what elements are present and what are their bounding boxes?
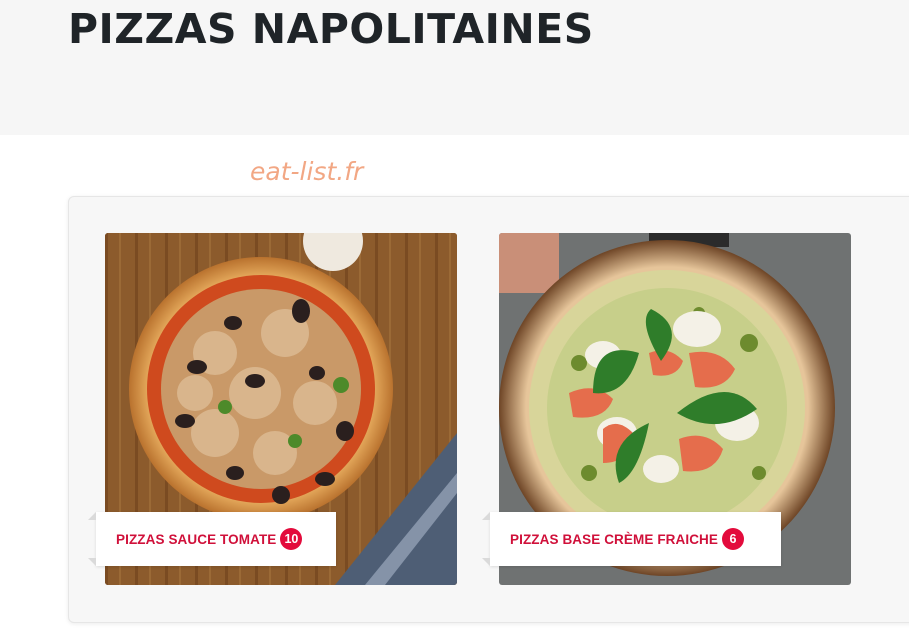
count-badge: 10 xyxy=(280,528,303,550)
page-title: PIZZAS NAPOLITAINES xyxy=(68,5,594,53)
page-header: PIZZAS NAPOLITAINES xyxy=(0,0,909,135)
watermark-text: eat-list.fr xyxy=(250,157,364,186)
count-badge: 6 xyxy=(722,528,745,550)
category-label: PIZZAS BASE CRÈME FRAICHE xyxy=(510,531,719,547)
category-label: PIZZAS SAUCE TOMATE xyxy=(116,531,277,547)
category-link-sauce-tomate[interactable]: PIZZAS SAUCE TOMATE 10 xyxy=(88,512,336,566)
category-link-base-creme[interactable]: PIZZAS BASE CRÈME FRAICHE 6 xyxy=(482,512,781,566)
